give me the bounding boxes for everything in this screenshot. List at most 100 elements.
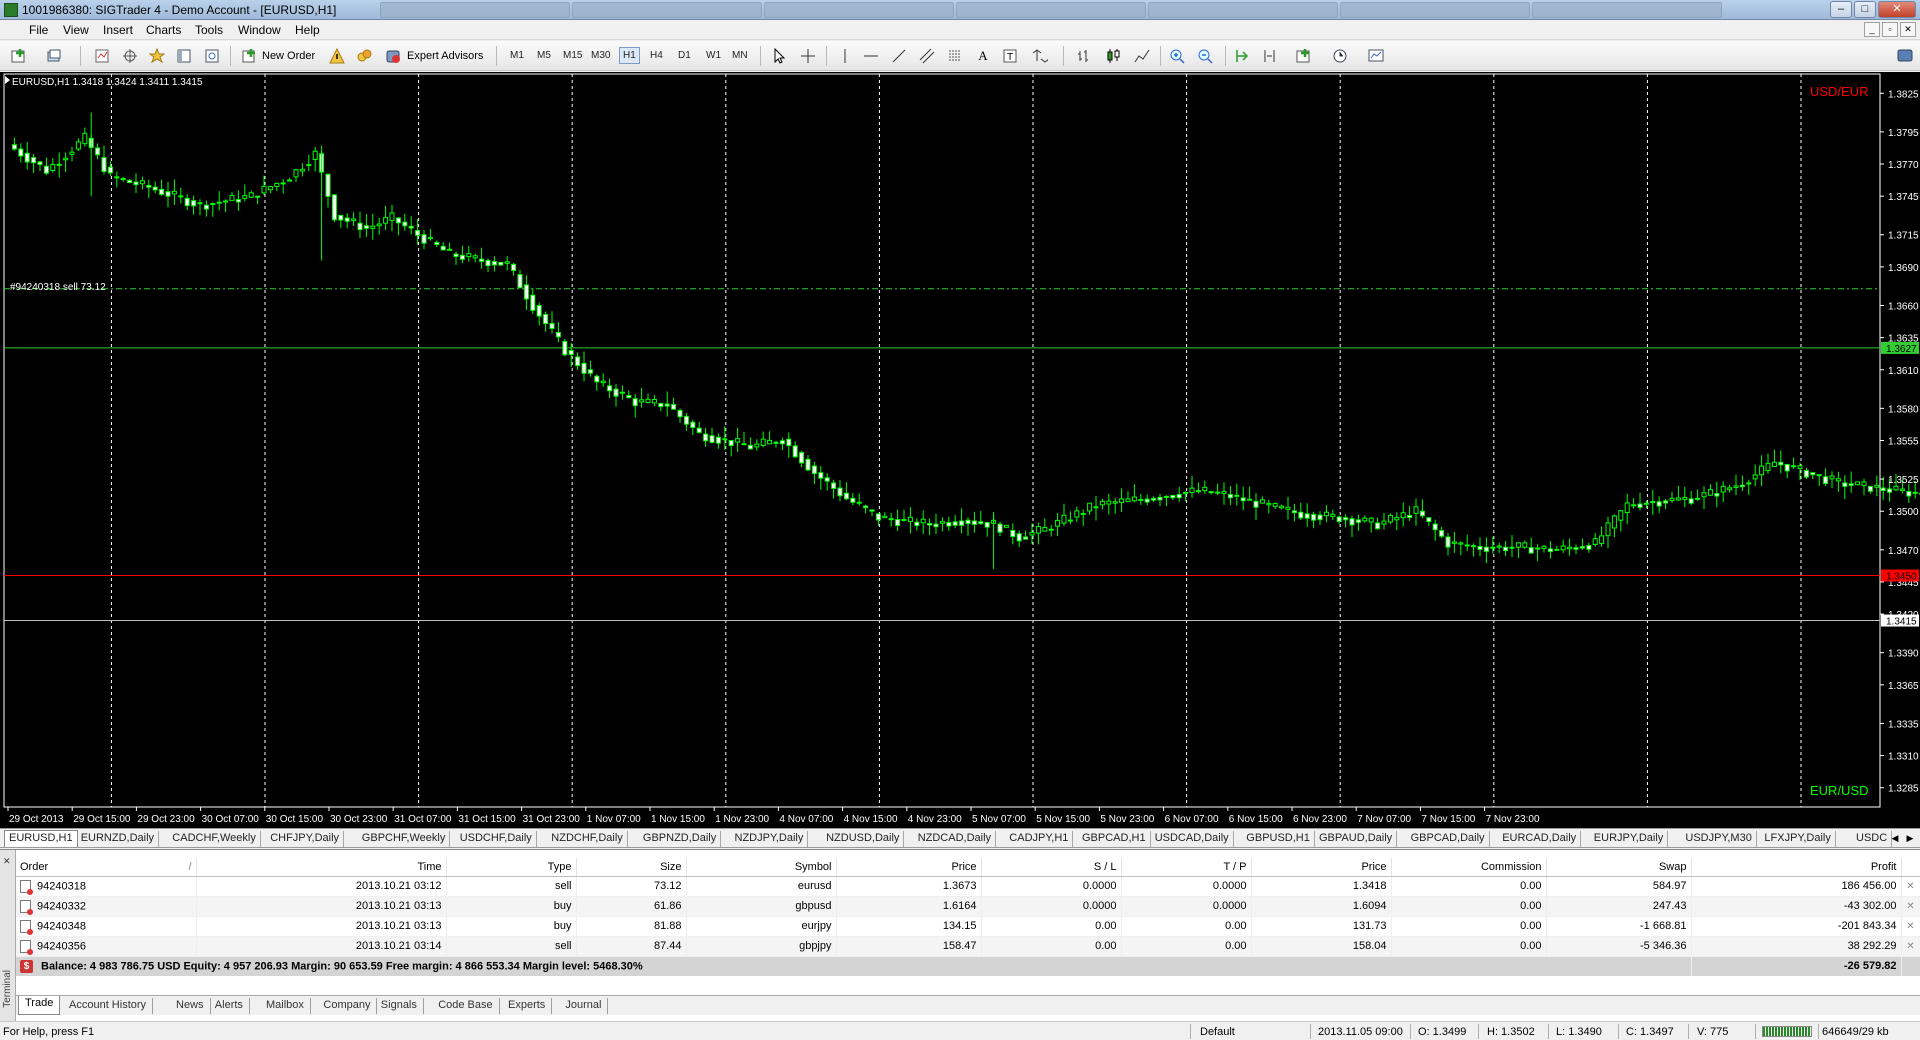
- tab-mailbox[interactable]: Mailbox: [260, 998, 311, 1014]
- price-chart[interactable]: 1.3825 1.3795 1.3770 1.3745 1.3715 1.3690 1.36…: [0, 72, 1920, 828]
- horizontal-line-icon[interactable]: [862, 47, 880, 65]
- chart-tab-gbpcad-h1[interactable]: GBPCAD,H1: [1078, 831, 1151, 847]
- tf-w1-button[interactable]: W1: [706, 50, 721, 61]
- tab-journal[interactable]: Journal: [559, 998, 609, 1014]
- chart-tab-cadjpy-h1[interactable]: CADJPY,H1: [1005, 831, 1074, 847]
- line-chart-icon[interactable]: [1133, 47, 1151, 65]
- navigator-icon[interactable]: [121, 47, 139, 65]
- chart-tab-cadchf-weekly[interactable]: CADCHF,Weekly: [168, 831, 261, 847]
- menu-file[interactable]: File: [29, 23, 48, 37]
- fibonacci-icon[interactable]: [946, 47, 964, 65]
- minimize-button[interactable]: –: [1830, 1, 1852, 18]
- close-order-icon[interactable]: ✕: [1901, 896, 1920, 917]
- col-tp[interactable]: T / P: [1121, 858, 1252, 877]
- chart-tab-gbpchf-weekly[interactable]: GBPCHF,Weekly: [358, 831, 451, 847]
- text-label-icon[interactable]: T: [1001, 47, 1019, 65]
- chart-tab-usdcad-daily[interactable]: USDCAD,Daily: [1151, 831, 1234, 847]
- terminal-close-icon[interactable]: ✕: [3, 856, 11, 867]
- col-time[interactable]: Time: [196, 858, 447, 877]
- tab-news[interactable]: News: [170, 998, 211, 1014]
- favorites-icon[interactable]: [148, 47, 166, 65]
- chat-icon[interactable]: [1896, 47, 1914, 65]
- col-size[interactable]: Size: [576, 858, 687, 877]
- chart-tab-nzdjpy-daily[interactable]: NZDJPY,Daily: [731, 831, 809, 847]
- chart-tab-usdchf-daily[interactable]: USDCHF,Daily: [456, 831, 537, 847]
- chart-tab-usdc[interactable]: USDC: [1852, 831, 1893, 847]
- profiles-icon[interactable]: [45, 47, 63, 65]
- chart-tab-nzdcad-daily[interactable]: NZDCAD,Daily: [914, 831, 997, 847]
- vertical-line-icon[interactable]: [836, 47, 854, 65]
- chart-tab-usdjpy-m30[interactable]: USDJPY,M30: [1681, 831, 1757, 847]
- cursor-icon[interactable]: [770, 47, 788, 65]
- equidistant-channel-icon[interactable]: [918, 47, 936, 65]
- zoom-in-icon[interactable]: [1168, 47, 1186, 65]
- market-watch-icon[interactable]: [93, 47, 111, 65]
- tab-signals[interactable]: Signals: [375, 998, 424, 1014]
- chart-tab-eurusd-h1[interactable]: EURUSD,H1: [4, 830, 78, 847]
- chart-tab-gbpusd-h1[interactable]: GBPUSD,H1: [1242, 831, 1315, 847]
- chart-tab-gbpaud-daily[interactable]: GBPAUD,Daily: [1315, 831, 1398, 847]
- chart-tab-gbpcad-daily[interactable]: GBPCAD,Daily: [1407, 831, 1490, 847]
- expert-advisors-button[interactable]: Expert Advisors: [407, 50, 483, 62]
- new-order-button[interactable]: New Order: [262, 50, 315, 62]
- tf-m30-button[interactable]: M30: [591, 50, 610, 61]
- close-order-icon[interactable]: ✕: [1901, 936, 1920, 957]
- col-order[interactable]: Order /: [16, 858, 197, 877]
- close-order-icon[interactable]: ✕: [1901, 916, 1920, 937]
- menu-insert[interactable]: Insert: [103, 23, 133, 37]
- text-icon[interactable]: A: [974, 47, 992, 65]
- chart-tab-nzdusd-daily[interactable]: NZDUSD,Daily: [822, 831, 905, 847]
- tab-code-base[interactable]: Code Base: [432, 998, 500, 1014]
- chart-window[interactable]: 1.3825 1.3795 1.3770 1.3745 1.3715 1.3690 1.36…: [0, 72, 1920, 828]
- order-row[interactable]: 94240348 2013.10.21 03:13 buy 81.88 eurjpy 13…: [16, 916, 1920, 937]
- tf-m15-button[interactable]: M15: [563, 50, 582, 61]
- chart-tab-nzdchf-daily[interactable]: NZDCHF,Daily: [547, 831, 628, 847]
- tabs-left-icon[interactable]: ◀: [1889, 831, 1901, 845]
- tf-h4-button[interactable]: H4: [650, 50, 663, 61]
- tabs-right-icon[interactable]: ▶: [1904, 831, 1916, 845]
- crosshair-icon[interactable]: [799, 47, 817, 65]
- tf-mn-button[interactable]: MN: [732, 50, 748, 61]
- tf-m1-button[interactable]: M1: [510, 50, 524, 61]
- tf-h1-button[interactable]: H1: [619, 47, 640, 64]
- bar-chart-icon[interactable]: [1075, 47, 1093, 65]
- chart-tab-gbpnzd-daily[interactable]: GBPNZD,Daily: [639, 831, 722, 847]
- mdi-minimize-button[interactable]: _: [1864, 22, 1880, 37]
- status-profile[interactable]: Default: [1200, 1026, 1235, 1038]
- tf-m5-button[interactable]: M5: [537, 50, 551, 61]
- col-open-price[interactable]: Price: [836, 858, 982, 877]
- candlesticks-icon[interactable]: [1104, 47, 1122, 65]
- tab-experts[interactable]: Experts: [502, 998, 553, 1014]
- col-symbol[interactable]: Symbol: [686, 858, 837, 877]
- col-price[interactable]: Price: [1251, 858, 1392, 877]
- periods-icon[interactable]: [1331, 47, 1349, 65]
- chart-tab-eurjpy-daily[interactable]: EURJPY,Daily: [1590, 831, 1669, 847]
- col-swap[interactable]: Swap: [1546, 858, 1692, 877]
- col-sl[interactable]: S / L: [981, 858, 1122, 877]
- trendline-icon[interactable]: [890, 47, 908, 65]
- chart-tab-chfjpy-daily[interactable]: CHFJPY,Daily: [266, 831, 345, 847]
- mdi-restore-button[interactable]: ▫: [1882, 22, 1898, 37]
- tf-d1-button[interactable]: D1: [678, 50, 691, 61]
- tab-company[interactable]: Company: [317, 998, 378, 1014]
- menu-tools[interactable]: Tools: [195, 23, 223, 37]
- zoom-out-icon[interactable]: [1196, 47, 1214, 65]
- maximize-button[interactable]: □: [1854, 1, 1876, 18]
- chart-tab-eurcad-daily[interactable]: EURCAD,Daily: [1498, 831, 1582, 847]
- order-row[interactable]: 94240332 2013.10.21 03:13 buy 61.86 gbpusd 1.…: [16, 896, 1920, 917]
- menu-charts[interactable]: Charts: [146, 23, 181, 37]
- metaeditor-icon[interactable]: [328, 47, 346, 65]
- indicators-icon[interactable]: [1295, 47, 1313, 65]
- close-button[interactable]: ✕: [1878, 1, 1916, 18]
- tab-account-history[interactable]: Account History: [63, 998, 154, 1014]
- new-order-icon[interactable]: [240, 47, 258, 65]
- close-order-icon[interactable]: ✕: [1901, 876, 1920, 897]
- mdi-close-button[interactable]: ✕: [1900, 22, 1916, 37]
- terminal-window-icon[interactable]: [175, 47, 193, 65]
- chart-shift-icon[interactable]: [1261, 47, 1279, 65]
- tab-alerts[interactable]: Alerts: [209, 998, 250, 1014]
- order-line-label[interactable]: #94240318 sell 73.12: [10, 282, 106, 293]
- order-row[interactable]: 94240356 2013.10.21 03:14 sell 87.44 gbpjpy 1…: [16, 936, 1920, 957]
- arrows-icon[interactable]: [1030, 47, 1048, 65]
- new-chart-icon[interactable]: [10, 47, 28, 65]
